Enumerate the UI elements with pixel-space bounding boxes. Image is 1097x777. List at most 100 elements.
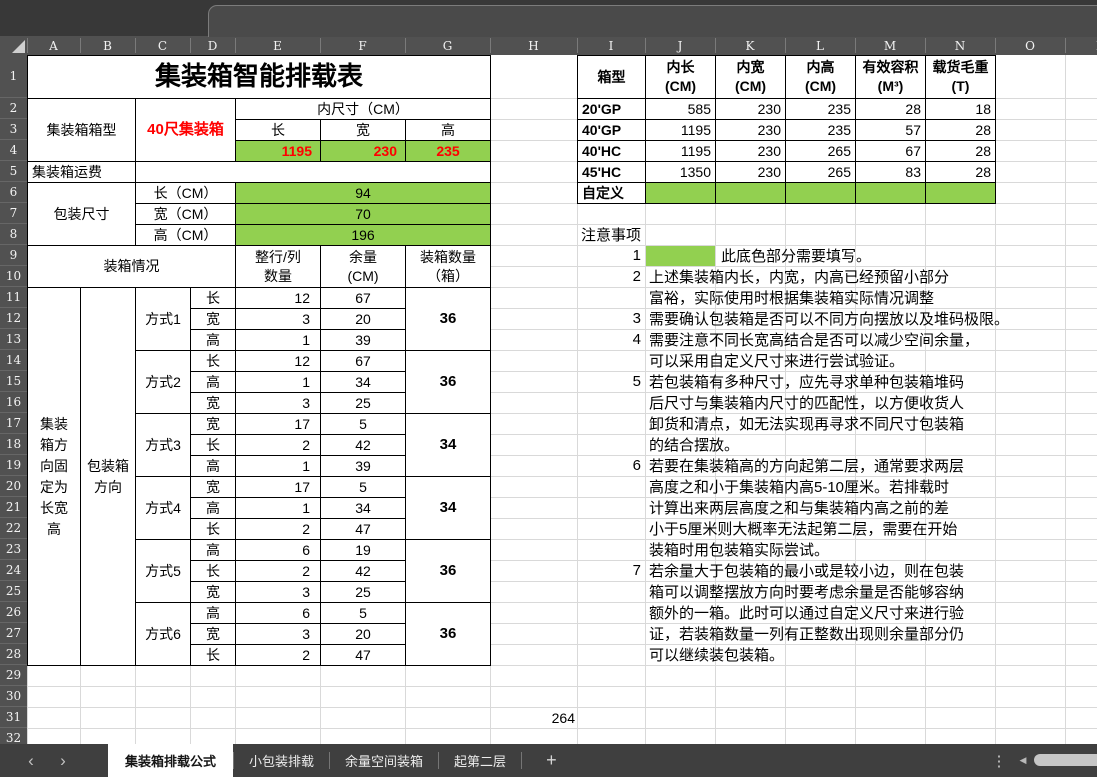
row-header-3[interactable]: 3 xyxy=(0,119,27,140)
row-header-21[interactable]: 21 xyxy=(0,497,27,518)
container-type-label-cell[interactable]: 集装箱箱型 xyxy=(28,99,136,162)
row-header-7[interactable]: 7 xyxy=(0,203,27,224)
cell-qty-value[interactable]: 3 xyxy=(236,582,321,603)
ct-value-cell[interactable]: 1195 xyxy=(646,120,716,141)
cell-qty-value[interactable]: 12 xyxy=(236,351,321,372)
row-header-13[interactable]: 13 xyxy=(0,329,27,350)
row-header-1[interactable]: 1 xyxy=(0,55,27,98)
row-header-9[interactable]: 9 xyxy=(0,245,27,266)
cell-method-name[interactable]: 方式6 xyxy=(136,603,191,666)
row-header-20[interactable]: 20 xyxy=(0,476,27,497)
cell-qty-value[interactable]: 1 xyxy=(236,330,321,351)
cell-total-boxes[interactable]: 34 xyxy=(406,477,491,540)
package-orientation-cell[interactable]: 包装箱方向 xyxy=(81,288,136,666)
sheet-tab-1[interactable]: 集装箱排载公式 xyxy=(108,744,233,777)
cell-dim-label[interactable]: 长 xyxy=(191,645,236,666)
row-header-4[interactable]: 4 xyxy=(0,140,27,161)
cell-remain-value[interactable]: 34 xyxy=(321,372,406,393)
ct-value-cell[interactable]: 1195 xyxy=(646,141,716,162)
cell-total-boxes[interactable]: 36 xyxy=(406,288,491,351)
cell-method-name[interactable]: 方式3 xyxy=(136,414,191,477)
freight-label-cell[interactable]: 集装箱运费 xyxy=(28,162,136,183)
cell-dim-label[interactable]: 高 xyxy=(191,498,236,519)
cell-qty-value[interactable]: 2 xyxy=(236,435,321,456)
cell-total-boxes[interactable]: 36 xyxy=(406,540,491,603)
cell-h31-value[interactable]: 264 xyxy=(490,707,575,728)
orientation-note-cell[interactable]: 集装箱方向固定为长宽高 xyxy=(28,288,81,666)
ct-value-cell[interactable]: 28 xyxy=(926,141,996,162)
row-header-5[interactable]: 5 xyxy=(0,161,27,182)
cell-dim-label[interactable]: 宽 xyxy=(191,309,236,330)
row-header-8[interactable]: 8 xyxy=(0,224,27,245)
dim-col-width-cell[interactable]: 宽 xyxy=(321,120,406,141)
row-header-29[interactable]: 29 xyxy=(0,665,27,686)
sheet-tab-2[interactable]: 小包装排载 xyxy=(234,744,329,777)
cell-dim-label[interactable]: 高 xyxy=(191,540,236,561)
cell-remain-value[interactable]: 67 xyxy=(321,351,406,372)
boxes-header-cell[interactable]: 装箱数量（箱） xyxy=(406,246,491,288)
remain-header-cell[interactable]: 余量(CM) xyxy=(321,246,406,288)
column-header-E[interactable]: E xyxy=(235,36,320,55)
package-width-value-cell[interactable]: 70 xyxy=(236,204,491,225)
row-header-27[interactable]: 27 xyxy=(0,623,27,644)
sheet-menu-dots-icon[interactable]: ⋮ xyxy=(990,744,1008,777)
cell-dim-label[interactable]: 宽 xyxy=(191,393,236,414)
cell-total-boxes[interactable]: 34 xyxy=(406,414,491,477)
cell-dim-label[interactable]: 宽 xyxy=(191,477,236,498)
dim-col-length-cell[interactable]: 长 xyxy=(236,120,321,141)
column-header-F[interactable]: F xyxy=(320,36,405,55)
cell-dim-label[interactable]: 长 xyxy=(191,288,236,309)
ct-value-cell[interactable]: 230 xyxy=(716,141,786,162)
cell-dim-label[interactable]: 长 xyxy=(191,519,236,540)
ct-value-cell[interactable]: 28 xyxy=(926,120,996,141)
cell-remain-value[interactable]: 42 xyxy=(321,561,406,582)
cell-remain-value[interactable]: 5 xyxy=(321,603,406,624)
column-header-L[interactable]: L xyxy=(785,36,855,55)
column-header-I[interactable]: I xyxy=(577,36,645,55)
cell-qty-value[interactable]: 1 xyxy=(236,456,321,477)
row-header-19[interactable]: 19 xyxy=(0,455,27,476)
package-width-label-cell[interactable]: 宽（CM） xyxy=(136,204,236,225)
package-length-value-cell[interactable]: 94 xyxy=(236,183,491,204)
cell-remain-value[interactable]: 25 xyxy=(321,393,406,414)
ct-value-cell[interactable]: 265 xyxy=(786,141,856,162)
cell-remain-value[interactable]: 25 xyxy=(321,582,406,603)
ct-type-cell[interactable]: 45'HC xyxy=(578,162,646,183)
cell-qty-value[interactable]: 2 xyxy=(236,645,321,666)
ct-type-cell[interactable]: 40'GP xyxy=(578,120,646,141)
cell-method-name[interactable]: 方式5 xyxy=(136,540,191,603)
column-header-C[interactable]: C xyxy=(135,36,190,55)
cell-dim-label[interactable]: 宽 xyxy=(191,624,236,645)
row-header-15[interactable]: 15 xyxy=(0,371,27,392)
ct-value-cell[interactable]: 230 xyxy=(716,120,786,141)
qty-header-cell[interactable]: 整行/列数量 xyxy=(236,246,321,288)
ct-value-cell[interactable]: 18 xyxy=(926,99,996,120)
cell-qty-value[interactable]: 12 xyxy=(236,288,321,309)
ct-header-cell[interactable]: 内长(CM) xyxy=(646,56,716,99)
cell-qty-value[interactable]: 1 xyxy=(236,372,321,393)
cell-qty-value[interactable]: 17 xyxy=(236,414,321,435)
ct-custom-label-cell[interactable]: 自定义 xyxy=(578,183,646,204)
row-header-23[interactable]: 23 xyxy=(0,539,27,560)
cell-dim-label[interactable]: 长 xyxy=(191,351,236,372)
column-header-strip[interactable]: ABCDEFGHIJKLMNOP xyxy=(0,36,1097,55)
cell-remain-value[interactable]: 5 xyxy=(321,477,406,498)
column-header-N[interactable]: N xyxy=(925,36,995,55)
column-header-J[interactable]: J xyxy=(645,36,715,55)
cell-remain-value[interactable]: 5 xyxy=(321,414,406,435)
cell-remain-value[interactable]: 67 xyxy=(321,288,406,309)
ct-value-cell[interactable]: 28 xyxy=(856,99,926,120)
ct-header-cell[interactable]: 内高(CM) xyxy=(786,56,856,99)
row-header-6[interactable]: 6 xyxy=(0,182,27,203)
column-header-K[interactable]: K xyxy=(715,36,785,55)
row-header-26[interactable]: 26 xyxy=(0,602,27,623)
notes-title[interactable]: 注意事项 xyxy=(581,224,641,245)
row-header-25[interactable]: 25 xyxy=(0,581,27,602)
ct-value-cell[interactable]: 28 xyxy=(926,162,996,183)
ct-header-cell[interactable]: 内宽(CM) xyxy=(716,56,786,99)
ct-custom-input-cell[interactable] xyxy=(646,183,716,204)
cell-remain-value[interactable]: 34 xyxy=(321,498,406,519)
cell-dim-label[interactable]: 宽 xyxy=(191,582,236,603)
cell-qty-value[interactable]: 6 xyxy=(236,603,321,624)
ct-value-cell[interactable]: 235 xyxy=(786,99,856,120)
